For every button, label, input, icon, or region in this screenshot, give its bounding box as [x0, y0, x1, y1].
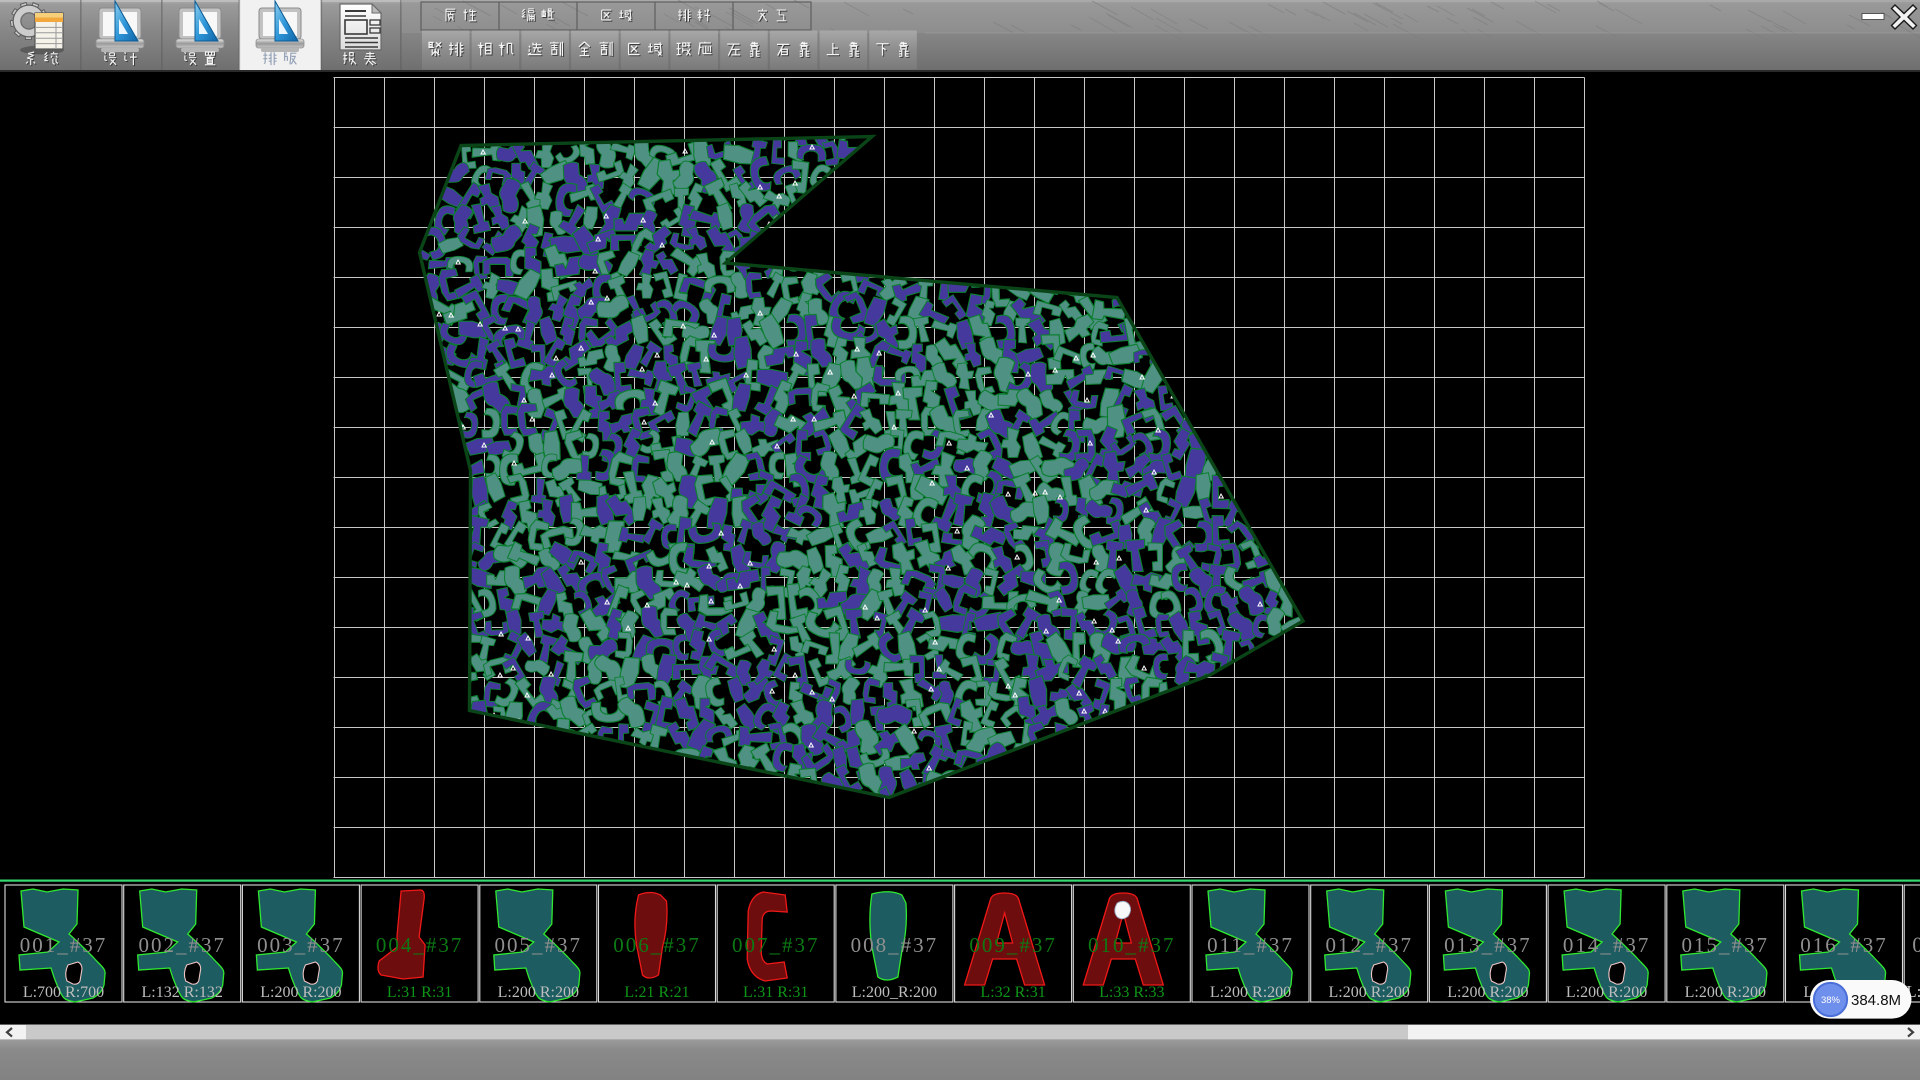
svg-text:L:700 R:700: L:700 R:700	[23, 984, 104, 1001]
svg-text:L:200 R:200: L:200 R:200	[498, 984, 579, 1001]
svg-text:016_#37: 016_#37	[1800, 933, 1888, 957]
svg-text:L:132 R:132: L:132 R:132	[142, 984, 223, 1001]
svg-text:L:21 R:21: L:21 R:21	[624, 984, 689, 1001]
svg-text:384.8M: 384.8M	[1851, 992, 1901, 1009]
svg-text:L:200 R:200: L:200 R:200	[1566, 984, 1647, 1001]
svg-text:013_#37: 013_#37	[1444, 933, 1532, 957]
svg-text:L:31 R:31: L:31 R:31	[743, 984, 808, 1001]
svg-text:014_#37: 014_#37	[1563, 933, 1651, 957]
svg-text:38%: 38%	[1821, 995, 1841, 1006]
svg-text:012_#37: 012_#37	[1325, 933, 1413, 957]
svg-text:0: 0	[1912, 932, 1920, 957]
svg-text:010_#37: 010_#37	[1088, 933, 1176, 957]
svg-text:008_#37: 008_#37	[851, 933, 939, 957]
svg-text:L:200 R:200: L:200 R:200	[1685, 984, 1766, 1001]
svg-text:002_#37: 002_#37	[138, 933, 226, 957]
svg-text:015_#37: 015_#37	[1682, 933, 1770, 957]
svg-text:L:33 R:33: L:33 R:33	[1099, 984, 1164, 1001]
svg-text:L:200 R:200: L:200 R:200	[260, 984, 341, 1001]
svg-text:005_#37: 005_#37	[495, 933, 583, 957]
svg-text:L:200 R:200: L:200 R:200	[1210, 984, 1291, 1001]
svg-text:011_#37: 011_#37	[1207, 933, 1294, 957]
svg-text:007_#37: 007_#37	[732, 933, 820, 957]
svg-text:L:32 R:31: L:32 R:31	[980, 984, 1045, 1001]
svg-text:L:31 R:31: L:31 R:31	[387, 984, 452, 1001]
svg-text:L:200_R:200: L:200_R:200	[852, 984, 937, 1001]
svg-text:003_#37: 003_#37	[257, 933, 345, 957]
svg-text:L:200 R:200: L:200 R:200	[1447, 984, 1528, 1001]
svg-text:L:200 R:200: L:200 R:200	[1329, 984, 1410, 1001]
svg-text:004_#37: 004_#37	[376, 933, 464, 957]
svg-text:006_#37: 006_#37	[613, 933, 701, 957]
svg-text:001_#37: 001_#37	[20, 933, 108, 957]
svg-text:009_#37: 009_#37	[969, 933, 1057, 957]
